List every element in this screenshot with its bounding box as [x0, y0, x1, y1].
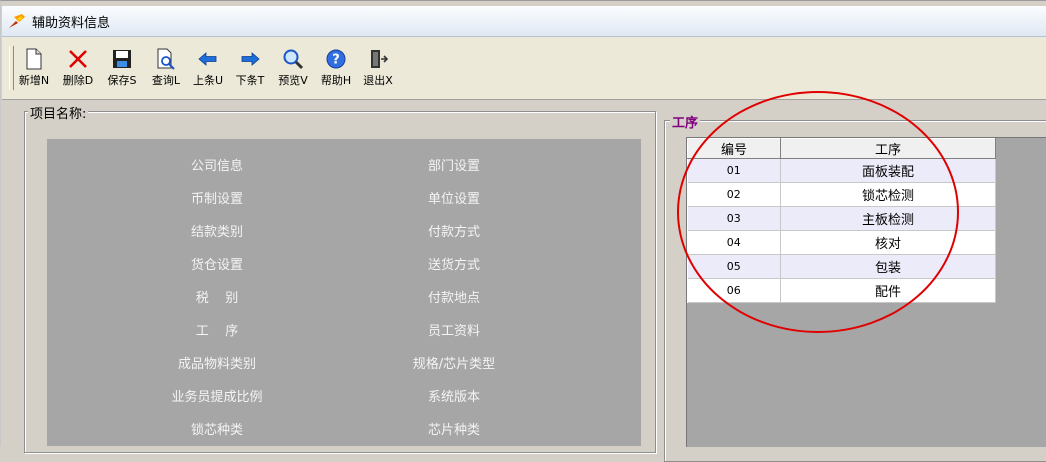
- cell-process[interactable]: 配件: [780, 278, 996, 303]
- next-button-label: 下条T: [235, 74, 265, 87]
- new-document-icon: [26, 48, 42, 70]
- cell-code[interactable]: 03: [687, 206, 781, 231]
- exit-button-label: 退出X: [363, 74, 393, 87]
- item-payment-method[interactable]: 付款方式: [354, 221, 554, 240]
- item-tax[interactable]: 税 别: [117, 287, 317, 306]
- query-button[interactable]: 查询L: [146, 45, 186, 95]
- item-payment-place[interactable]: 付款地点: [354, 287, 554, 306]
- svg-text:?: ?: [332, 53, 340, 68]
- column-header-code[interactable]: 编号: [687, 138, 781, 159]
- process-group-legend: 工序: [670, 112, 701, 131]
- item-employee[interactable]: 员工资料: [354, 320, 554, 339]
- item-lock-type[interactable]: 锁芯种类: [117, 419, 317, 438]
- delete-button-label: 删除D: [62, 74, 94, 87]
- next-button[interactable]: 下条T: [230, 45, 270, 95]
- window-title: 辅助资料信息: [32, 15, 111, 31]
- prev-button[interactable]: 上条U: [188, 45, 228, 95]
- table-row[interactable]: 06 配件: [687, 278, 996, 303]
- table-row[interactable]: 05 包装: [687, 254, 996, 279]
- toolbar: 新增N 删除D 保存S 查询L 上条U 下条T 预览V ? 帮助H 退出X: [2, 37, 1046, 100]
- arrow-left-icon: [198, 52, 217, 66]
- preview-button[interactable]: 预览V: [273, 45, 313, 95]
- help-button[interactable]: ? 帮助H: [316, 45, 356, 95]
- process-grid: 编号 工序 01 面板装配 02 锁芯检测 03 主板检测 04 核对 05 包…: [687, 138, 996, 303]
- help-question-icon: ?: [326, 49, 346, 69]
- exit-button[interactable]: 退出X: [358, 45, 398, 95]
- cell-process[interactable]: 核对: [780, 230, 996, 255]
- item-delivery[interactable]: 送货方式: [354, 254, 554, 273]
- items-panel: 公司信息 币制设置 结款类别 货仓设置 税 别 工 序 成品物料类别 业务员提成…: [47, 139, 641, 446]
- exit-door-icon: [371, 50, 389, 68]
- item-warehouse[interactable]: 货仓设置: [117, 254, 317, 273]
- item-spec-chip[interactable]: 规格/芯片类型: [354, 353, 554, 372]
- item-currency[interactable]: 币制设置: [117, 188, 317, 207]
- table-row[interactable]: 02 锁芯检测: [687, 182, 996, 207]
- magnifier-icon: [283, 49, 304, 70]
- table-row[interactable]: 01 面板装配: [687, 158, 996, 183]
- help-button-label: 帮助H: [320, 74, 352, 87]
- item-process[interactable]: 工 序: [117, 320, 317, 339]
- cell-process[interactable]: 包装: [780, 254, 996, 279]
- column-header-process[interactable]: 工序: [780, 138, 996, 159]
- item-unit[interactable]: 单位设置: [354, 188, 554, 207]
- cell-code[interactable]: 04: [687, 230, 781, 255]
- table-row[interactable]: 04 核对: [687, 230, 996, 255]
- app-icon: [9, 14, 25, 28]
- preview-button-label: 预览V: [278, 74, 308, 87]
- cell-code[interactable]: 05: [687, 254, 781, 279]
- new-button-label: 新增N: [18, 74, 50, 87]
- query-button-label: 查询L: [151, 74, 181, 87]
- prev-button-label: 上条U: [192, 74, 224, 87]
- item-department[interactable]: 部门设置: [354, 155, 554, 174]
- cell-code[interactable]: 02: [687, 182, 781, 207]
- item-chip-type[interactable]: 芯片种类: [354, 419, 554, 438]
- delete-button[interactable]: 删除D: [58, 45, 98, 95]
- item-company-info[interactable]: 公司信息: [117, 155, 317, 174]
- item-version[interactable]: 系统版本: [354, 386, 554, 405]
- search-document-icon: [157, 48, 175, 70]
- save-button-label: 保存S: [107, 74, 137, 87]
- cell-process[interactable]: 锁芯检测: [780, 182, 996, 207]
- cell-code[interactable]: 06: [687, 278, 781, 303]
- cell-process[interactable]: 主板检测: [780, 206, 996, 231]
- table-row[interactable]: 03 主板检测: [687, 206, 996, 231]
- save-button[interactable]: 保存S: [102, 45, 142, 95]
- title-bar: 辅助资料信息: [2, 6, 1046, 37]
- new-button[interactable]: 新增N: [14, 45, 54, 95]
- items-group-legend: 项目名称:: [28, 103, 89, 122]
- item-product-category[interactable]: 成品物料类别: [117, 353, 317, 372]
- floppy-disk-icon: [113, 50, 131, 68]
- cell-process[interactable]: 面板装配: [780, 158, 996, 183]
- arrow-right-icon: [241, 52, 260, 66]
- delete-x-icon: [69, 50, 87, 68]
- item-settlement[interactable]: 结款类别: [117, 221, 317, 240]
- item-commission[interactable]: 业务员提成比例: [117, 386, 317, 405]
- cell-code[interactable]: 01: [687, 158, 781, 183]
